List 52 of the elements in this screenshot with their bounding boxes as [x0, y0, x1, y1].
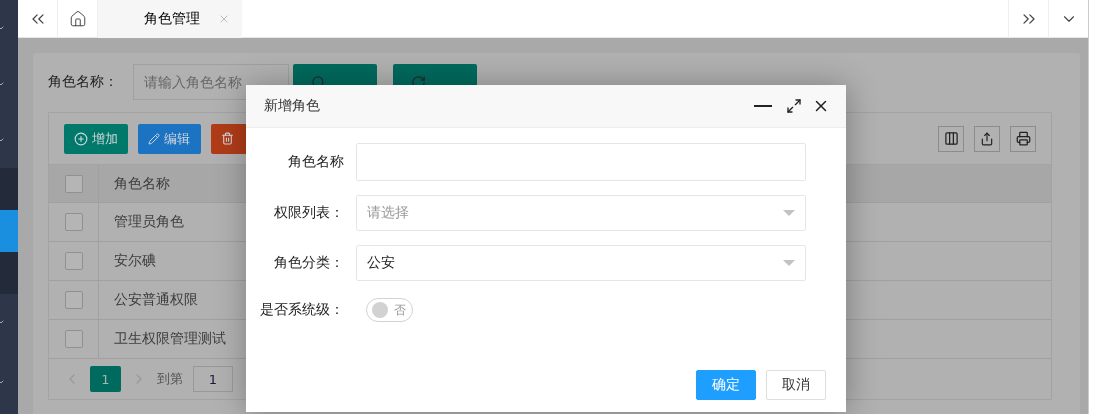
export-icon: [980, 131, 994, 146]
sidebar-item[interactable]: [0, 350, 18, 414]
sidebar-item[interactable]: [0, 168, 18, 210]
row-checkbox[interactable]: [64, 291, 83, 309]
caret-icon: [783, 260, 795, 266]
print-button[interactable]: [1010, 125, 1036, 152]
row-checkbox[interactable]: [64, 213, 83, 231]
sidebar-item[interactable]: [0, 112, 18, 168]
sidebar-item[interactable]: [0, 0, 18, 56]
printer-icon: [1015, 131, 1031, 146]
pencil-icon: [148, 132, 160, 145]
page-button[interactable]: 1: [90, 366, 121, 392]
table-cell-text: 安尔碘: [113, 251, 156, 270]
field-label: 角色分类：: [273, 254, 345, 272]
field-label: 是否系统级：: [259, 301, 345, 319]
confirm-button[interactable]: 确定: [696, 370, 756, 400]
field-label: 权限列表：: [273, 204, 345, 222]
toggle-switch[interactable]: 否: [366, 298, 413, 322]
table-cell-text: 卫生权限管理测试: [113, 329, 226, 348]
field-label: 角色名称：: [48, 73, 119, 91]
column-header: 角色名称: [113, 173, 170, 193]
add-button[interactable]: 增加: [64, 123, 128, 154]
close-icon[interactable]: [218, 13, 230, 25]
maximize-button[interactable]: [786, 98, 802, 114]
table-cell-text: 公安普通权限: [113, 290, 198, 309]
sidebar-item[interactable]: [0, 252, 18, 294]
cancel-button[interactable]: 取消: [766, 370, 826, 400]
caret-icon: [783, 210, 795, 216]
tab-label: 角色管理: [144, 10, 200, 28]
select-field[interactable]: 公安: [356, 245, 806, 281]
columns-icon: [943, 131, 959, 146]
edit-button[interactable]: 编辑: [138, 123, 201, 154]
trash-icon: [221, 132, 234, 145]
page-input[interactable]: 1: [193, 366, 233, 392]
select-field[interactable]: 请选择: [356, 195, 806, 231]
select-all-checkbox[interactable]: [64, 174, 83, 193]
minimize-button[interactable]: [754, 105, 772, 107]
home-icon: [68, 10, 87, 28]
plus-circle-icon: [74, 131, 88, 146]
dialog-title: 新增角色: [264, 97, 321, 115]
row-checkbox[interactable]: [64, 330, 83, 348]
goto-label: 到第: [157, 370, 183, 388]
export-button[interactable]: [974, 125, 1000, 152]
table-cell-text: 管理员角色: [113, 212, 184, 231]
sidebar-item[interactable]: [0, 210, 18, 252]
page-tab[interactable]: 角色管理: [98, 0, 242, 38]
row-checkbox[interactable]: [64, 252, 83, 270]
input-field[interactable]: [356, 143, 806, 181]
sidebar-item[interactable]: [0, 294, 18, 350]
maximize-icon: [786, 98, 802, 114]
columns-button[interactable]: [938, 125, 964, 152]
field-label: 角色名称: [287, 153, 345, 171]
